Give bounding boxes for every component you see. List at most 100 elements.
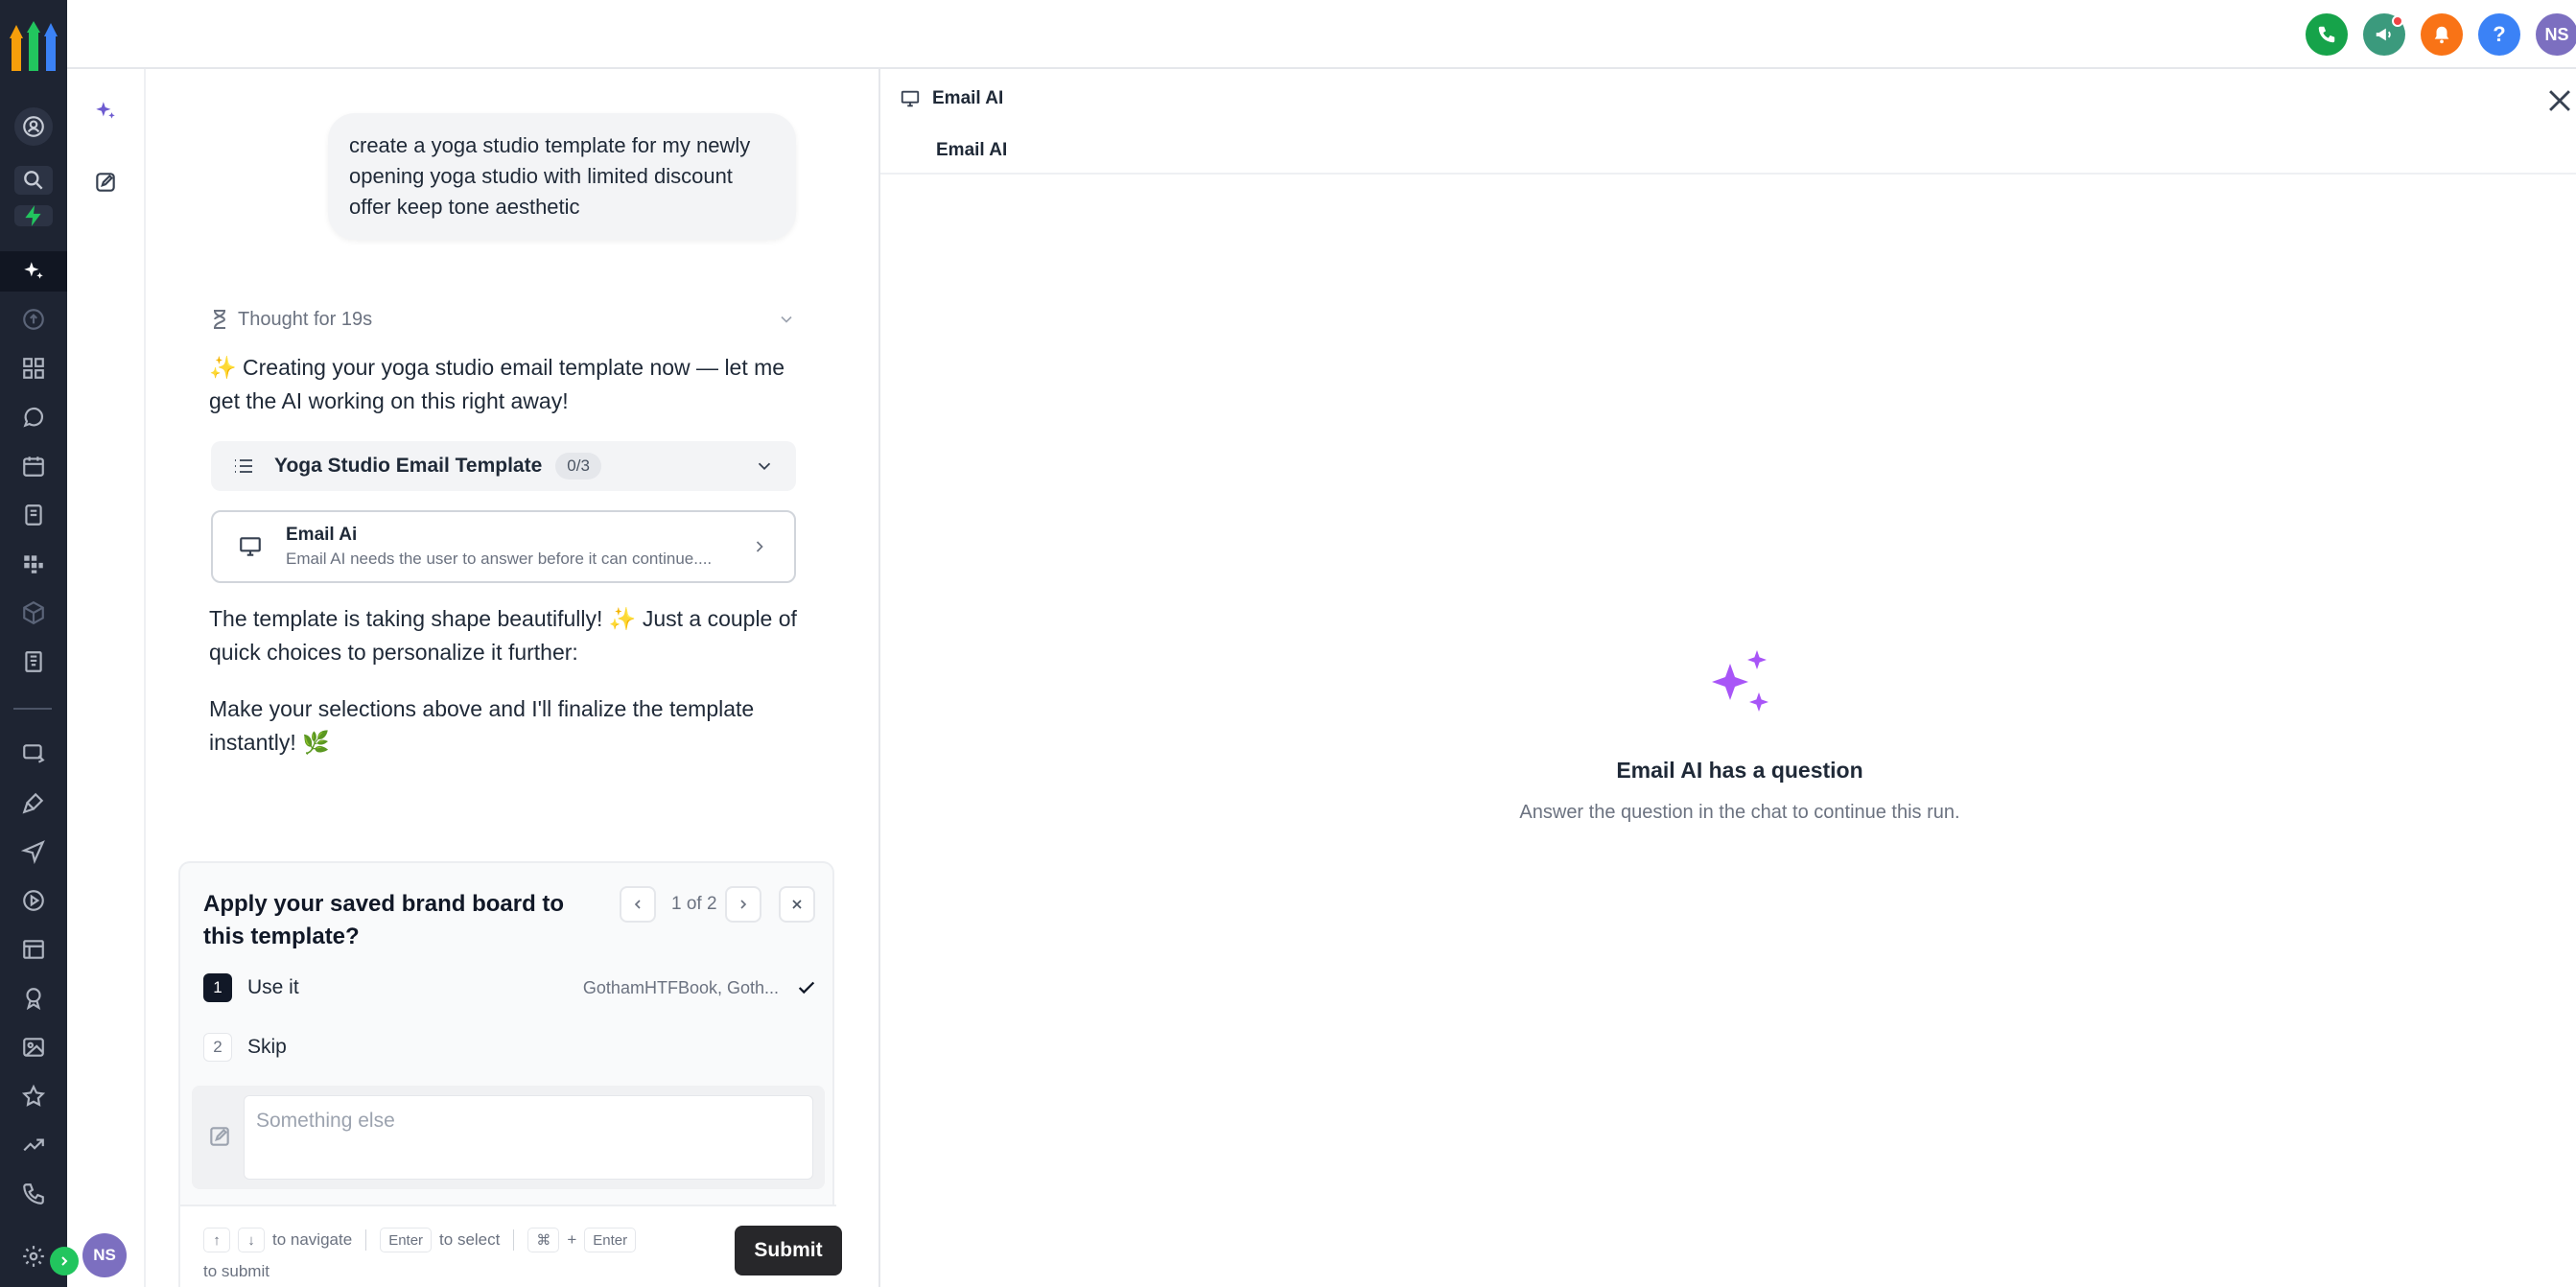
enter-key: Enter bbox=[380, 1228, 433, 1252]
media-icon[interactable] bbox=[14, 1028, 53, 1066]
next-question-button[interactable] bbox=[725, 886, 761, 923]
option-number: 1 bbox=[203, 973, 232, 1002]
bolt-icon[interactable] bbox=[14, 205, 53, 226]
phone-call-button[interactable] bbox=[2306, 13, 2348, 56]
chevron-right-icon bbox=[61, 1256, 68, 1266]
reporting-icon[interactable] bbox=[14, 930, 53, 969]
app-logo[interactable] bbox=[8, 21, 59, 73]
help-button[interactable]: ? bbox=[2478, 13, 2520, 56]
close-panel-button[interactable] bbox=[2543, 84, 2576, 117]
main-nav-rail bbox=[0, 0, 67, 1287]
search-icon[interactable] bbox=[14, 166, 53, 195]
sidebar-user-avatar[interactable]: NS bbox=[82, 1233, 127, 1277]
ai-agents-button[interactable] bbox=[86, 92, 125, 130]
monitor-icon bbox=[901, 90, 920, 107]
expand-sidebar-button[interactable] bbox=[50, 1247, 79, 1275]
option-use-it[interactable]: 1 Use it GothamHTFBook, Goth... bbox=[203, 965, 817, 1011]
option-number: 2 bbox=[203, 1033, 232, 1062]
top-bar: ? NS bbox=[67, 0, 2576, 69]
chevron-down-icon bbox=[781, 316, 792, 323]
panel-tab[interactable]: Email AI bbox=[936, 140, 1007, 161]
cmd-key: ⌘ bbox=[527, 1228, 560, 1252]
close-question-button[interactable] bbox=[779, 886, 815, 923]
chevron-right-icon bbox=[756, 541, 763, 552]
sparkle-icon bbox=[96, 102, 115, 119]
thought-toggle[interactable]: Thought for 19s bbox=[211, 305, 796, 334]
navigate-hint: to navigate bbox=[272, 1230, 353, 1249]
agent-card-text: Email Ai Email AI needs the user to answ… bbox=[286, 525, 712, 569]
list-icon bbox=[235, 459, 252, 473]
conversations-icon[interactable] bbox=[14, 398, 53, 436]
question-footer: ↑ ↓ to navigate Enter to select ⌘ + Ente… bbox=[180, 1205, 842, 1287]
user-avatar[interactable]: NS bbox=[2536, 13, 2576, 56]
opportunities-icon[interactable] bbox=[14, 545, 53, 583]
phone-icon[interactable] bbox=[14, 1175, 53, 1213]
agent-description: Email AI needs the user to answer before… bbox=[286, 550, 713, 568]
chevron-down-icon bbox=[758, 462, 771, 471]
trend-icon[interactable] bbox=[14, 1126, 53, 1164]
thought-label: Thought for 19s bbox=[238, 308, 373, 330]
option-label: Skip bbox=[247, 1036, 287, 1058]
enter-key: Enter bbox=[584, 1228, 637, 1252]
assistant-intro-text: ✨ Creating your yoga studio email templa… bbox=[209, 355, 785, 413]
chat-thread: create a yoga studio template for my new… bbox=[146, 69, 878, 1287]
monitor-icon bbox=[240, 537, 261, 556]
submit-hint: to submit bbox=[203, 1262, 269, 1280]
payments-icon[interactable] bbox=[14, 594, 53, 632]
memberships-icon[interactable] bbox=[14, 881, 53, 920]
calendar-icon[interactable] bbox=[14, 447, 53, 485]
close-icon bbox=[792, 900, 802, 909]
ai-sparkle-icon[interactable] bbox=[0, 251, 67, 292]
new-chat-button[interactable] bbox=[86, 163, 125, 201]
automation-icon[interactable] bbox=[14, 735, 53, 773]
plan-header[interactable]: Yoga Studio Email Template 0/3 bbox=[211, 441, 796, 491]
help-icon: ? bbox=[2493, 22, 2506, 46]
launchpad-icon[interactable] bbox=[14, 300, 53, 339]
panel-title: Email AI bbox=[932, 88, 1004, 108]
plan-progress-badge: 0/3 bbox=[555, 453, 601, 480]
assistant-final-text: Make your selections above and I'll fina… bbox=[209, 696, 755, 755]
panel-header: Email AI bbox=[900, 88, 1003, 109]
arrow-up-key: ↑ bbox=[203, 1228, 230, 1252]
assistant-shape-text: The template is taking shape beautifully… bbox=[209, 606, 797, 665]
favorites-icon[interactable] bbox=[14, 1077, 53, 1115]
check-icon bbox=[798, 981, 815, 994]
question-card: Apply your saved brand board to this tem… bbox=[178, 861, 842, 1287]
marketing-icon[interactable] bbox=[14, 643, 53, 681]
something-else-input[interactable] bbox=[244, 1095, 813, 1180]
chevron-right-icon bbox=[740, 900, 747, 909]
sparkle-icon bbox=[1712, 650, 1768, 712]
user-initials: NS bbox=[2544, 24, 2569, 44]
reputation-icon[interactable] bbox=[14, 979, 53, 1018]
announcements-button[interactable] bbox=[2363, 13, 2405, 56]
empty-state-title: Email AI has a question bbox=[1616, 758, 1863, 783]
option-label: Use it bbox=[247, 976, 299, 998]
dashboard-icon[interactable] bbox=[14, 349, 53, 387]
contacts-icon[interactable] bbox=[14, 107, 53, 146]
submit-button[interactable]: Submit bbox=[735, 1226, 842, 1275]
plan-title: Yoga Studio Email Template bbox=[274, 455, 543, 477]
arrow-down-key: ↓ bbox=[238, 1228, 265, 1252]
notification-dot bbox=[2392, 15, 2403, 27]
previous-question-button[interactable] bbox=[620, 886, 656, 923]
question-title: Apply your saved brand board to this tem… bbox=[203, 891, 565, 949]
empty-state-subtitle: Answer the question in the chat to conti… bbox=[1519, 802, 1960, 823]
chevron-left-icon bbox=[634, 900, 641, 909]
keyboard-hints: ↑ ↓ to navigate Enter to select ⌘ + Ente… bbox=[203, 1228, 637, 1252]
agent-name: Email Ai bbox=[286, 525, 358, 545]
email-ai-agent-card[interactable]: Email Ai Email AI needs the user to answ… bbox=[211, 510, 796, 583]
send-icon[interactable] bbox=[14, 832, 53, 871]
option-skip[interactable]: 2 Skip bbox=[203, 1024, 817, 1070]
sidebar-user-initials: NS bbox=[93, 1246, 116, 1264]
question-counter: 1 of 2 bbox=[671, 894, 717, 914]
select-hint: to select bbox=[439, 1230, 501, 1249]
settings-icon[interactable] bbox=[14, 1237, 53, 1275]
email-ai-panel: Email AI Email AI Email AI has a questio… bbox=[878, 69, 2576, 1287]
pencil-edit-icon bbox=[96, 173, 115, 192]
bell-icon bbox=[2434, 26, 2449, 44]
pencil-edit-icon bbox=[210, 1127, 229, 1146]
sites-icon[interactable] bbox=[14, 784, 53, 822]
contacts-book-icon[interactable] bbox=[14, 496, 53, 534]
notifications-button[interactable] bbox=[2421, 13, 2463, 56]
megaphone-icon bbox=[2376, 28, 2391, 41]
